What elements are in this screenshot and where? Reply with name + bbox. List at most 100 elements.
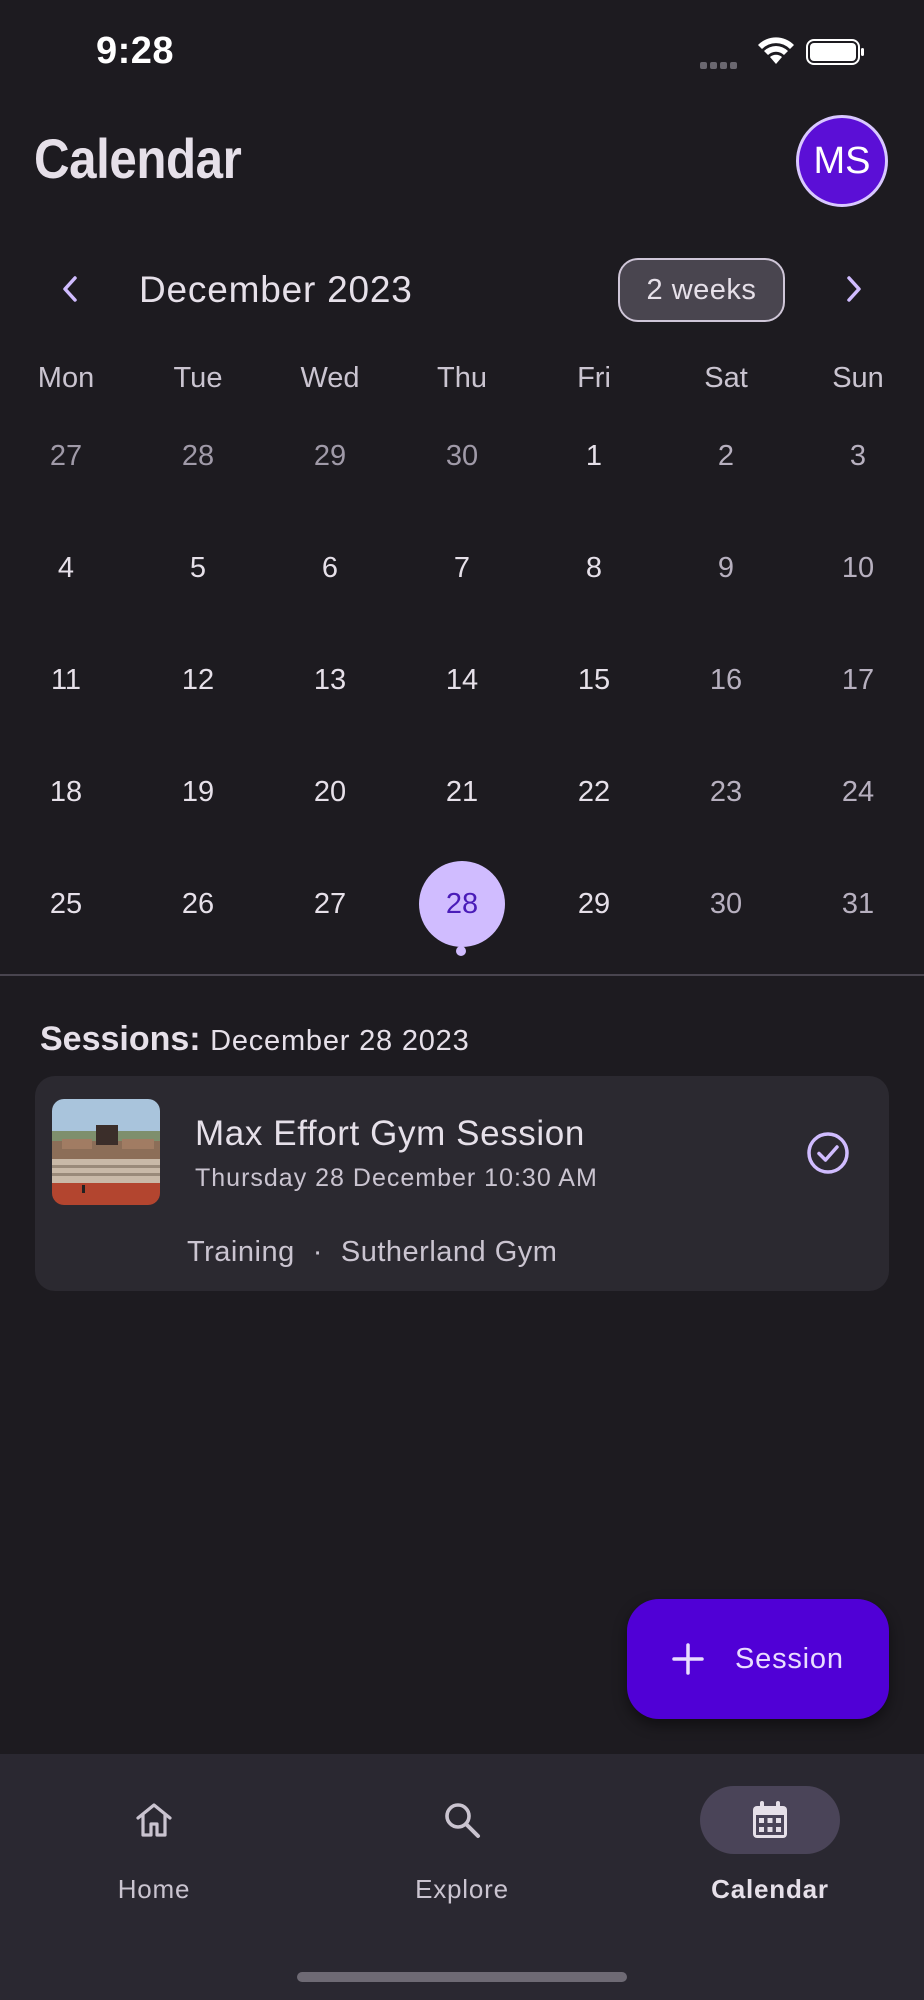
calendar-day[interactable]: 22 [528, 736, 660, 848]
session-thumbnail [52, 1099, 160, 1205]
calendar-day[interactable]: 30 [396, 400, 528, 512]
weekday-label: Sat [704, 362, 748, 394]
calendar-day[interactable]: 25 [0, 848, 132, 960]
calendar-format-button[interactable]: 2 weeks [618, 258, 785, 322]
calendar-day[interactable]: 20 [264, 736, 396, 848]
nav-label-explore: Explore [415, 1874, 509, 1904]
search-icon [445, 1803, 480, 1838]
calendar-day[interactable]: 10 [792, 512, 924, 624]
nav-icon-container [392, 1786, 532, 1854]
calendar-day[interactable]: 26 [132, 848, 264, 960]
check-circle-icon[interactable] [805, 1130, 851, 1176]
previous-month-button[interactable] [46, 265, 94, 313]
day-number: 15 [577, 663, 611, 696]
calendar-day[interactable]: 30 [660, 848, 792, 960]
calendar-day[interactable]: 18 [0, 736, 132, 848]
battery-icon [806, 39, 864, 65]
page-title: Calendar [34, 127, 242, 190]
month-navigation: December 2023 2 weeks [0, 255, 924, 325]
status-time: 9:28 [96, 30, 175, 72]
session-card[interactable]: Max Effort Gym Session Thursday 28 Decem… [35, 1076, 889, 1291]
event-marker-dot [456, 946, 466, 956]
calendar-day[interactable]: 19 [132, 736, 264, 848]
calendar-icon [753, 1801, 787, 1838]
weekday-label: Fri [577, 362, 611, 394]
day-number: 29 [577, 887, 611, 920]
calendar-day[interactable]: 27 [264, 848, 396, 960]
day-number: 21 [445, 775, 479, 808]
wifi-icon [758, 37, 794, 64]
calendar-day[interactable]: 17 [792, 624, 924, 736]
add-session-button[interactable]: Session [627, 1599, 889, 1719]
calendar-day[interactable]: 2 [660, 400, 792, 512]
sessions-date: December 28 2023 [210, 1025, 470, 1057]
day-number: 30 [709, 887, 743, 920]
session-title: Max Effort Gym Session [195, 1114, 585, 1153]
day-number: 16 [709, 663, 743, 696]
calendar-day[interactable]: 9 [660, 512, 792, 624]
day-number: 17 [841, 663, 875, 696]
nav-icon-container-active [700, 1786, 840, 1854]
calendar-day[interactable]: 31 [792, 848, 924, 960]
calendar-day[interactable]: 14 [396, 624, 528, 736]
next-month-button[interactable] [830, 265, 878, 313]
calendar-day[interactable]: 28 [132, 400, 264, 512]
weekday-label: Sun [832, 362, 884, 394]
calendar-day[interactable]: 24 [792, 736, 924, 848]
nav-icon-container [84, 1786, 224, 1854]
nav-item-calendar[interactable]: Calendar [670, 1786, 870, 1906]
nav-item-home[interactable]: Home [54, 1786, 254, 1906]
calendar-day[interactable]: 27 [0, 400, 132, 512]
day-number: 1 [585, 439, 603, 472]
calendar-day[interactable]: 1 [528, 400, 660, 512]
day-number: 18 [49, 775, 83, 808]
month-label: December 2023 [139, 269, 413, 310]
avatar[interactable]: MS [796, 115, 888, 207]
nav-label-calendar: Calendar [711, 1874, 829, 1904]
calendar-day[interactable]: 29 [264, 400, 396, 512]
nav-label-home: Home [117, 1874, 191, 1904]
day-number: 12 [181, 663, 215, 696]
calendar-day[interactable]: 13 [264, 624, 396, 736]
calendar-day[interactable]: 23 [660, 736, 792, 848]
home-indicator[interactable] [297, 1972, 627, 1982]
session-category: Training [187, 1236, 295, 1268]
weekday-label: Thu [437, 362, 487, 394]
calendar-day[interactable]: 7 [396, 512, 528, 624]
calendar-day[interactable]: 8 [528, 512, 660, 624]
day-number: 14 [445, 663, 479, 696]
home-icon [136, 1803, 172, 1837]
chevron-right-icon [847, 276, 861, 302]
add-session-label: Session [735, 1642, 844, 1675]
nav-item-explore[interactable]: Explore [362, 1786, 562, 1906]
calendar-day[interactable]: 3 [792, 400, 924, 512]
day-number: 9 [717, 551, 735, 584]
session-datetime: Thursday 28 December 10:30 AM [195, 1164, 598, 1192]
day-number: 3 [849, 439, 867, 472]
session-location: Sutherland Gym [340, 1236, 558, 1268]
calendar-day[interactable]: 11 [0, 624, 132, 736]
day-number: 20 [313, 775, 347, 808]
calendar-day-selected[interactable]: 28 [396, 848, 528, 960]
weekday-label: Tue [173, 362, 223, 394]
day-number: 11 [50, 663, 82, 696]
day-number: 28 [419, 861, 505, 947]
calendar-day[interactable]: 29 [528, 848, 660, 960]
calendar-day[interactable]: 12 [132, 624, 264, 736]
day-number: 7 [453, 551, 471, 584]
day-number: 4 [57, 551, 75, 584]
calendar-day[interactable]: 16 [660, 624, 792, 736]
calendar-day[interactable]: 4 [0, 512, 132, 624]
calendar-day[interactable]: 5 [132, 512, 264, 624]
day-number: 27 [313, 887, 347, 920]
calendar-day[interactable]: 15 [528, 624, 660, 736]
calendar-day[interactable]: 21 [396, 736, 528, 848]
day-number: 22 [577, 775, 611, 808]
day-number: 13 [313, 663, 347, 696]
day-number: 27 [49, 439, 83, 472]
day-number: 30 [445, 439, 479, 472]
calendar-day[interactable]: 6 [264, 512, 396, 624]
day-number: 2 [717, 439, 735, 472]
plus-icon [672, 1643, 704, 1675]
bottom-navigation-bar: Home Explore Calendar [0, 1754, 924, 2000]
